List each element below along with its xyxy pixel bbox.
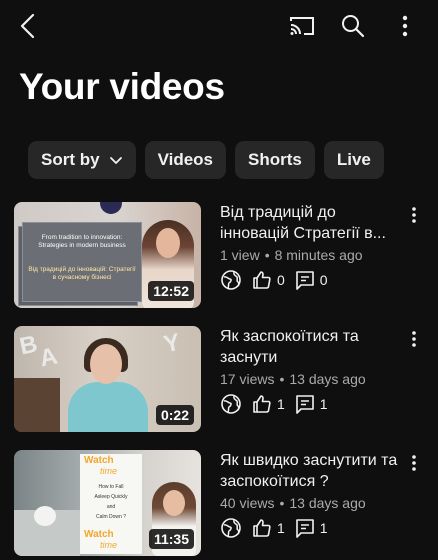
video-options-button[interactable]	[406, 204, 422, 226]
globe-icon	[221, 270, 241, 290]
visibility-public	[220, 393, 242, 415]
more-vertical-icon	[412, 455, 416, 471]
video-meta: 1 view • 8 minutes ago	[220, 247, 363, 263]
video-thumbnail[interactable]: B A Y 0:22	[14, 326, 201, 432]
page-title: Your videos	[19, 66, 225, 107]
comment-count: 1	[319, 520, 328, 536]
video-title[interactable]: Як заспокоїтися та заснути	[220, 326, 405, 368]
comments: 1	[295, 394, 328, 414]
likes: 1	[252, 394, 285, 414]
video-duration: 11:35	[148, 529, 194, 549]
view-count: 40 views	[220, 495, 275, 511]
more-vertical-icon	[402, 15, 408, 37]
more-vertical-icon	[412, 331, 416, 347]
video-item[interactable]: B A Y 0:22 Як заспокоїтися та заснути 17…	[14, 326, 434, 432]
thumbs-up-icon	[253, 395, 271, 413]
visibility-public	[220, 517, 242, 539]
video-thumbnail[interactable]: From tradition to innovation: Strategies…	[14, 202, 201, 308]
video-title[interactable]: Як швидко заснутити та заспокоїтися ?	[220, 450, 405, 492]
thumbnail-watch-bottom: Watch	[84, 529, 114, 540]
like-count: 1	[277, 396, 285, 412]
video-stats: 0 0	[220, 268, 405, 292]
video-item[interactable]: Watch time How to Fall Asleep Quickly an…	[14, 450, 434, 556]
thumbnail-and: and	[106, 504, 116, 510]
like-count: 1	[277, 520, 285, 536]
back-button[interactable]	[12, 10, 44, 42]
video-meta: 40 views • 13 days ago	[220, 495, 366, 511]
video-title[interactable]: Від традицій до інновацій Стратегії в...	[220, 202, 405, 244]
likes: 0	[252, 270, 285, 290]
thumbnail-watch-top: Watch	[84, 455, 114, 466]
likes: 1	[252, 518, 285, 538]
sort-by-label: Sort by	[41, 150, 100, 169]
more-vertical-icon	[412, 207, 416, 223]
upload-age: 8 minutes ago	[274, 247, 363, 263]
globe-icon	[221, 394, 241, 414]
video-item[interactable]: From tradition to innovation: Strategies…	[14, 202, 434, 308]
comment-icon	[295, 519, 314, 538]
thumbnail-time-bottom: time	[100, 540, 118, 550]
more-options-button[interactable]	[389, 10, 421, 42]
cast-button[interactable]	[286, 10, 318, 42]
comment-icon	[295, 395, 314, 414]
globe-icon	[221, 518, 241, 538]
video-thumbnail[interactable]: Watch time How to Fall Asleep Quickly an…	[14, 450, 201, 556]
chip-live[interactable]: Live	[323, 141, 384, 179]
thumbnail-text-en: From tradition to innovation: Strategies…	[38, 234, 126, 249]
video-duration: 0:22	[155, 405, 194, 425]
thumbnail-time-top: time	[100, 466, 118, 476]
chip-videos[interactable]: Videos	[144, 141, 226, 179]
filter-chips: Sort by Videos Shorts Live	[28, 141, 384, 179]
view-count: 1 view	[220, 247, 260, 263]
thumbnail-calm: Calm Down ?	[95, 514, 126, 520]
thumbs-up-icon	[253, 519, 271, 537]
thumbnail-asleep: Asleep Quickly	[94, 494, 128, 500]
video-meta: 17 views • 13 days ago	[220, 371, 366, 387]
upload-age: 13 days ago	[289, 371, 366, 387]
chip-shorts[interactable]: Shorts	[235, 141, 315, 179]
thumbs-up-icon	[253, 271, 271, 289]
sort-by-chip[interactable]: Sort by	[28, 141, 136, 179]
comment-count: 0	[319, 272, 328, 288]
comments: 1	[295, 518, 328, 538]
thumbnail-text-ua: Від традицій до інновацій: Стратегії в с…	[28, 266, 136, 281]
back-arrow-icon	[20, 13, 35, 39]
visibility-public	[220, 269, 242, 291]
video-options-button[interactable]	[406, 452, 422, 474]
search-button[interactable]	[337, 10, 369, 42]
comments: 0	[295, 270, 328, 290]
video-stats: 1 1	[220, 516, 405, 540]
comment-count: 1	[319, 396, 328, 412]
comment-icon	[295, 271, 314, 290]
video-stats: 1 1	[220, 392, 405, 416]
thumbnail-how: How to Fall	[98, 484, 124, 490]
cast-icon	[290, 17, 314, 35]
like-count: 0	[277, 272, 285, 288]
video-duration: 12:52	[148, 281, 194, 301]
view-count: 17 views	[220, 371, 275, 387]
chevron-down-icon	[109, 155, 123, 165]
upload-age: 13 days ago	[289, 495, 366, 511]
video-options-button[interactable]	[406, 328, 422, 350]
top-app-bar	[0, 0, 438, 52]
search-icon	[342, 15, 365, 38]
